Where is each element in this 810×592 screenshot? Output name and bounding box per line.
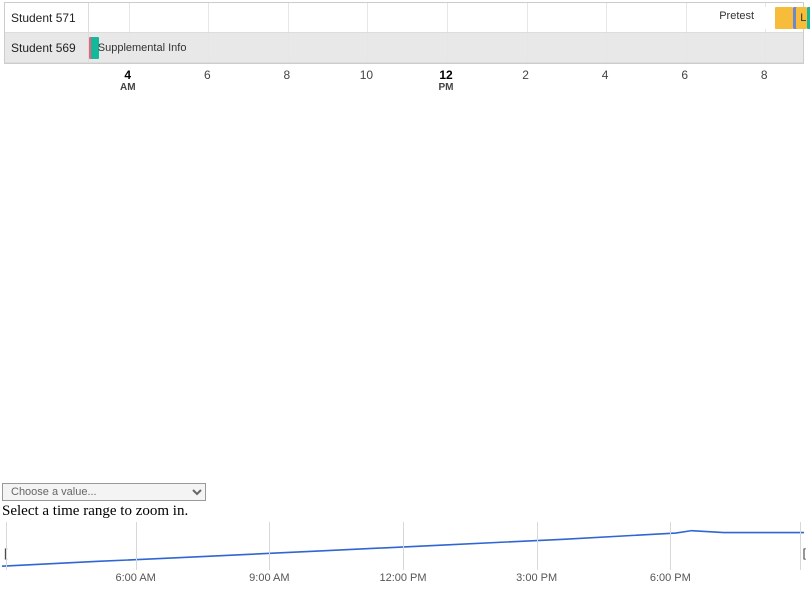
time-tick: 8: [284, 68, 291, 82]
time-tick: 6: [681, 68, 688, 82]
overview-tick: 6:00 AM: [115, 572, 155, 584]
time-tick: 6: [204, 68, 211, 82]
event-block[interactable]: L…: [796, 7, 807, 29]
timeline-row[interactable]: Student 569Supplemental Info: [5, 33, 803, 63]
timeline-row[interactable]: Student 571PretestL…: [5, 3, 803, 33]
overview-tick: 9:00 AM: [249, 572, 289, 584]
time-tick: 10: [360, 68, 373, 82]
time-tick: 2: [522, 68, 529, 82]
overview-tick: 12:00 PM: [379, 572, 426, 584]
time-tick: 4: [602, 68, 609, 82]
overview-tick: 6:00 PM: [650, 572, 691, 584]
row-label: Student 571: [5, 3, 89, 32]
time-tick: 4AM: [120, 68, 136, 93]
row-track[interactable]: Supplemental Info: [89, 33, 803, 62]
overview-chart[interactable]: [ [ 6:00 AM9:00 AM12:00 PM3:00 PM6:00 PM: [2, 522, 804, 584]
row-label: Student 569: [5, 33, 89, 62]
timeline-table: Student 571PretestL…Student 569Supplemen…: [4, 2, 804, 64]
time-tick: 8: [761, 68, 768, 82]
overview-panel: Choose a value... Select a time range to…: [2, 483, 808, 584]
event-block[interactable]: Supplemental Info: [94, 37, 228, 59]
event-block[interactable]: [775, 7, 793, 29]
time-axis: 4AM 6 8 10 12PM 2 4 6 8: [4, 64, 804, 100]
overview-tick: 3:00 PM: [516, 572, 557, 584]
zoom-hint: Select a time range to zoom in.: [2, 503, 808, 520]
event-block[interactable]: Pretest: [763, 7, 775, 29]
row-track[interactable]: PretestL…: [89, 3, 803, 32]
time-tick: 12PM: [439, 68, 454, 93]
value-selector[interactable]: Choose a value...: [2, 483, 206, 501]
